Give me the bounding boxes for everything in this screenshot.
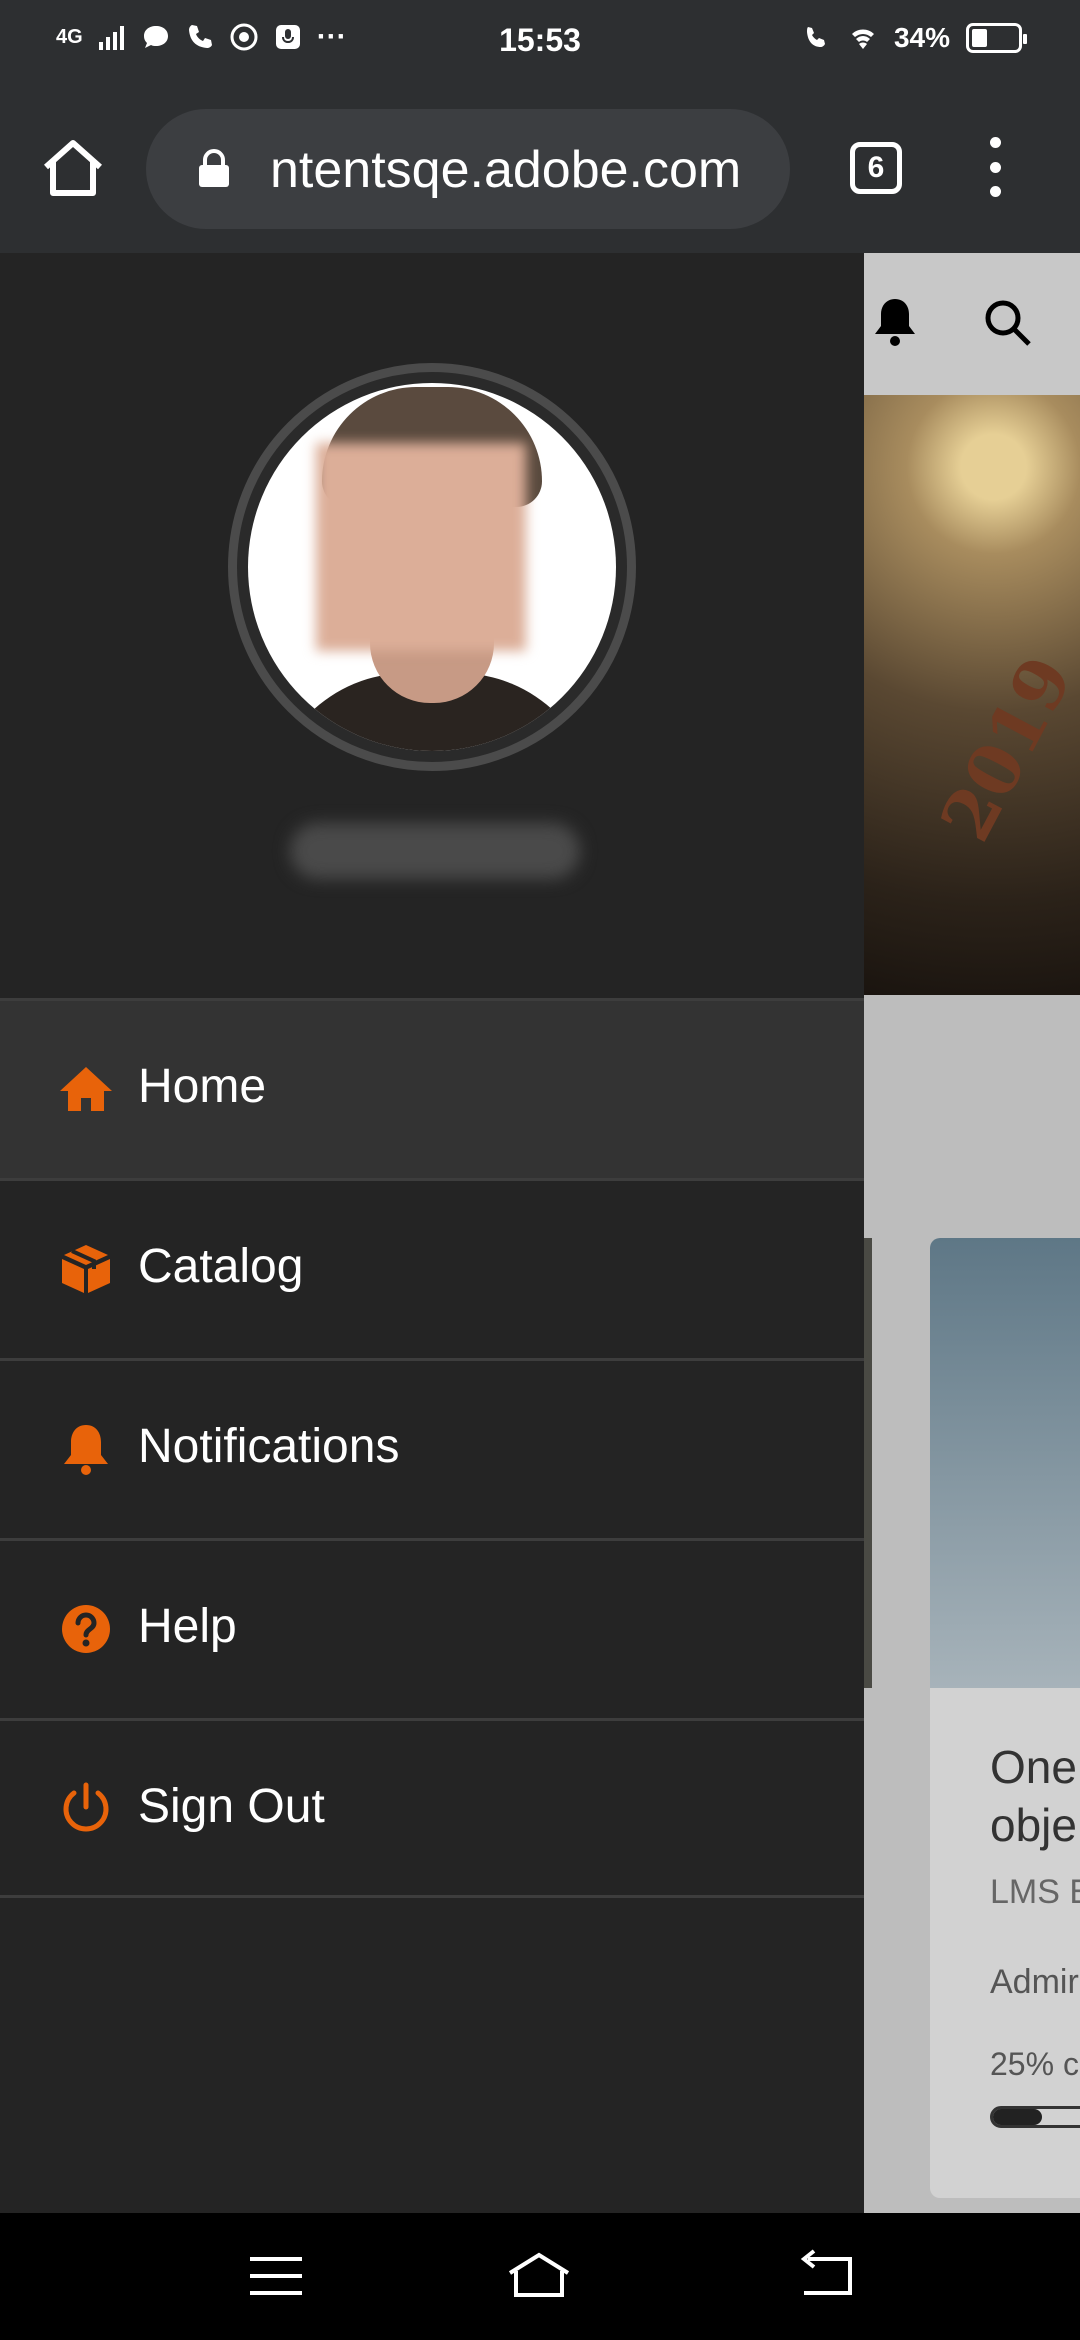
wifi-icon: [851, 29, 874, 49]
back-icon[interactable]: [794, 2249, 860, 2303]
lock-icon: [199, 149, 229, 187]
menu-item-label: Home: [138, 1060, 267, 1113]
menu-item-label: Help: [138, 1600, 237, 1653]
hero-image: 2019: [864, 395, 1080, 995]
avatar[interactable]: [248, 383, 616, 751]
help-icon: [62, 1605, 110, 1653]
course-subtitle: LMS E: [990, 1873, 1080, 1911]
menu-item-help[interactable]: Help: [0, 1538, 864, 1718]
system-nav-bar: [0, 2213, 1080, 2340]
status-bar: 4G ··· 15:53 34%: [0, 0, 1080, 85]
menu-icon[interactable]: [980, 137, 1010, 197]
face-blur: [316, 443, 526, 651]
home-nav-icon[interactable]: [506, 2249, 572, 2303]
course-card[interactable]: One obje LMS E Admir 25% c: [930, 1238, 1080, 2198]
menu-item-sign-out[interactable]: Sign Out: [0, 1718, 864, 1898]
card-edge: [864, 1238, 872, 1688]
search-icon[interactable]: [982, 297, 1034, 349]
menu-item-label: Notifications: [138, 1420, 400, 1473]
navigation-drawer: Home Catalog Notifications Help Sign Out: [0, 253, 864, 2213]
power-icon: [63, 1782, 109, 1832]
drawer-menu: Home Catalog Notifications Help Sign Out: [0, 998, 864, 1898]
profile-section: [0, 253, 864, 998]
box-icon: [62, 1245, 110, 1293]
url-text: ntentsqe.adobe.com: [270, 141, 742, 199]
course-progress-text: 25% c: [990, 2046, 1079, 2082]
course-thumbnail: [930, 1238, 1080, 1688]
user-name-blurred: [290, 823, 580, 879]
background-page: 2019 One obje LMS E Admir 25% c: [864, 253, 1080, 2213]
menu-item-label: Catalog: [138, 1240, 304, 1293]
browser-toolbar: ntentsqe.adobe.com 6: [0, 85, 1080, 253]
course-author: Admir: [990, 1963, 1079, 2001]
bg-header: [864, 253, 1080, 395]
tab-switcher-button[interactable]: 6: [850, 142, 902, 194]
battery-percent: 34%: [893, 22, 950, 53]
home-icon[interactable]: [40, 135, 106, 201]
wifi-calling-icon: [806, 27, 825, 47]
menu-item-label: Sign Out: [138, 1780, 325, 1833]
hero-year: 2019: [924, 642, 1080, 854]
menu-item-notifications[interactable]: Notifications: [0, 1358, 864, 1538]
status-icons-right: 34%: [802, 22, 1027, 54]
bell-icon[interactable]: [872, 295, 918, 349]
menu-item-home[interactable]: Home: [0, 998, 864, 1178]
recent-apps-icon[interactable]: [244, 2249, 310, 2303]
bell-icon: [64, 1425, 108, 1475]
menu-item-catalog[interactable]: Catalog: [0, 1178, 864, 1358]
battery-icon: [966, 23, 1027, 53]
home-icon: [60, 1067, 112, 1111]
address-bar[interactable]: ntentsqe.adobe.com: [146, 109, 790, 229]
course-title: One obje: [990, 1741, 1077, 1851]
course-progress-bar: [990, 2106, 1080, 2128]
